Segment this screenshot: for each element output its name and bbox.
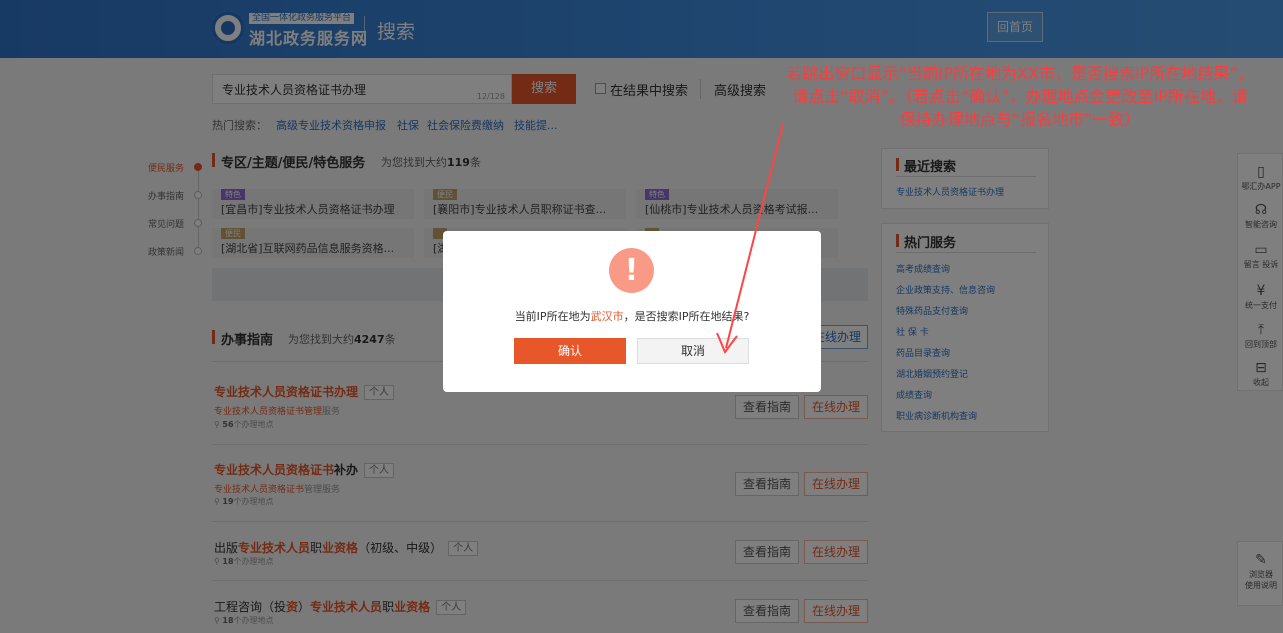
dialog-message: 当前IP所在地为武汉市，是否搜索IP所在地结果? bbox=[514, 310, 750, 323]
cancel-button[interactable]: 取消 bbox=[637, 338, 749, 364]
confirm-button[interactable]: 确认 bbox=[514, 338, 626, 364]
warning-icon: ! bbox=[609, 248, 654, 293]
instruction-annotation: 若跳出窗口显示“当前IP所在地为XX市，是否搜索IP所在地结果”，请点击“取消”… bbox=[786, 64, 1254, 129]
ip-location-dialog: ! 当前IP所在地为武汉市，是否搜索IP所在地结果? 确认 取消 bbox=[443, 231, 821, 392]
